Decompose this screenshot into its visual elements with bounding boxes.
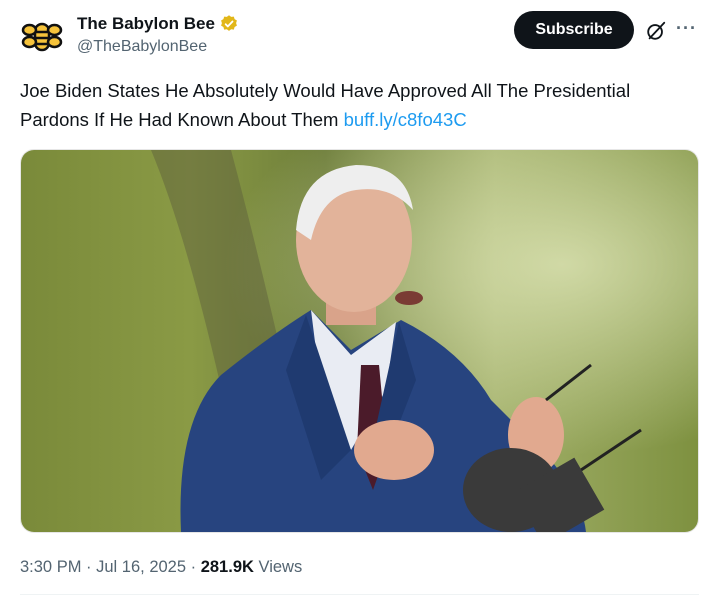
photo-illustration xyxy=(21,150,698,532)
author-block: The Babylon Bee @TheBabylonBee xyxy=(77,14,239,58)
more-icon[interactable]: ··· xyxy=(676,18,697,38)
post-image[interactable] xyxy=(20,149,699,533)
views-count: 281.9K xyxy=(200,558,254,576)
post-time[interactable]: 3:30 PM xyxy=(20,558,81,576)
tweet: The Babylon Bee @TheBabylonBee Subscribe… xyxy=(0,0,719,600)
bee-logo-icon xyxy=(20,14,64,58)
avatar[interactable] xyxy=(20,14,64,58)
verified-badge-icon[interactable] xyxy=(219,14,239,34)
post-body: Joe Biden States He Absolutely Would Hav… xyxy=(20,80,631,130)
display-name-row[interactable]: The Babylon Bee xyxy=(77,14,239,34)
grok-icon[interactable] xyxy=(645,20,667,42)
post-date[interactable]: Jul 16, 2025 xyxy=(96,558,186,576)
handle[interactable]: @TheBabylonBee xyxy=(77,36,239,58)
views-label: Views xyxy=(253,558,303,576)
meta-separator: · xyxy=(186,558,201,576)
display-name[interactable]: The Babylon Bee xyxy=(77,14,215,34)
post-meta: 3:30 PM · Jul 16, 2025 · 281.9K Views xyxy=(20,556,302,578)
post-text: Joe Biden States He Absolutely Would Hav… xyxy=(20,76,700,134)
post-link[interactable]: buff.ly/c8fo43C xyxy=(344,109,467,130)
subscribe-button[interactable]: Subscribe xyxy=(514,11,634,49)
divider xyxy=(20,594,699,595)
meta-separator: · xyxy=(81,558,97,576)
